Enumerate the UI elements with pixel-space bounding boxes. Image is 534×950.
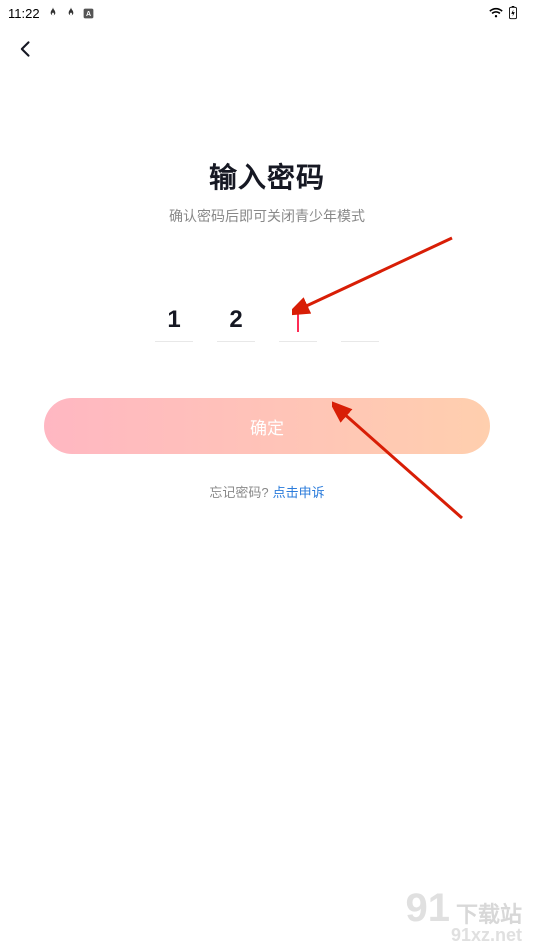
watermark-url: 91xz.net bbox=[405, 926, 522, 944]
pin-input[interactable]: 1 2 bbox=[155, 298, 379, 342]
watermark-num: 91 bbox=[405, 888, 450, 928]
fire-icon bbox=[64, 6, 78, 20]
pin-digit-3 bbox=[279, 298, 317, 342]
pin-digit-4 bbox=[341, 298, 379, 342]
status-bar: 11:22 A bbox=[0, 0, 534, 24]
status-icons: A bbox=[46, 6, 95, 20]
forgot-row: 忘记密码? 点击申诉 bbox=[209, 482, 324, 501]
status-right bbox=[488, 6, 518, 20]
watermark: 91 下载站 91xz.net bbox=[405, 888, 522, 944]
appeal-link[interactable]: 点击申诉 bbox=[273, 482, 325, 501]
confirm-button[interactable]: 确定 bbox=[44, 398, 490, 454]
back-button[interactable] bbox=[14, 37, 38, 61]
app-icon: A bbox=[82, 7, 95, 20]
svg-text:A: A bbox=[86, 11, 91, 18]
confirm-label: 确定 bbox=[250, 414, 284, 439]
wifi-icon bbox=[488, 7, 504, 19]
nav-bar bbox=[0, 24, 534, 74]
pin-digit-2: 2 bbox=[217, 298, 255, 342]
fire-icon bbox=[46, 6, 60, 20]
content: 输入密码 确认密码后即可关闭青少年模式 1 2 确定 忘记密码? 点击申诉 bbox=[0, 156, 534, 501]
status-time: 11:22 bbox=[8, 6, 40, 21]
pin-cursor bbox=[297, 308, 299, 332]
status-left: 11:22 A bbox=[8, 6, 95, 21]
battery-icon bbox=[508, 6, 518, 20]
page-subtitle: 确认密码后即可关闭青少年模式 bbox=[169, 206, 365, 226]
watermark-text: 下载站 bbox=[456, 904, 522, 928]
page-title: 输入密码 bbox=[209, 156, 325, 196]
pin-digit-1: 1 bbox=[155, 298, 193, 342]
chevron-left-icon bbox=[16, 39, 36, 59]
forgot-label: 忘记密码? bbox=[209, 482, 268, 501]
